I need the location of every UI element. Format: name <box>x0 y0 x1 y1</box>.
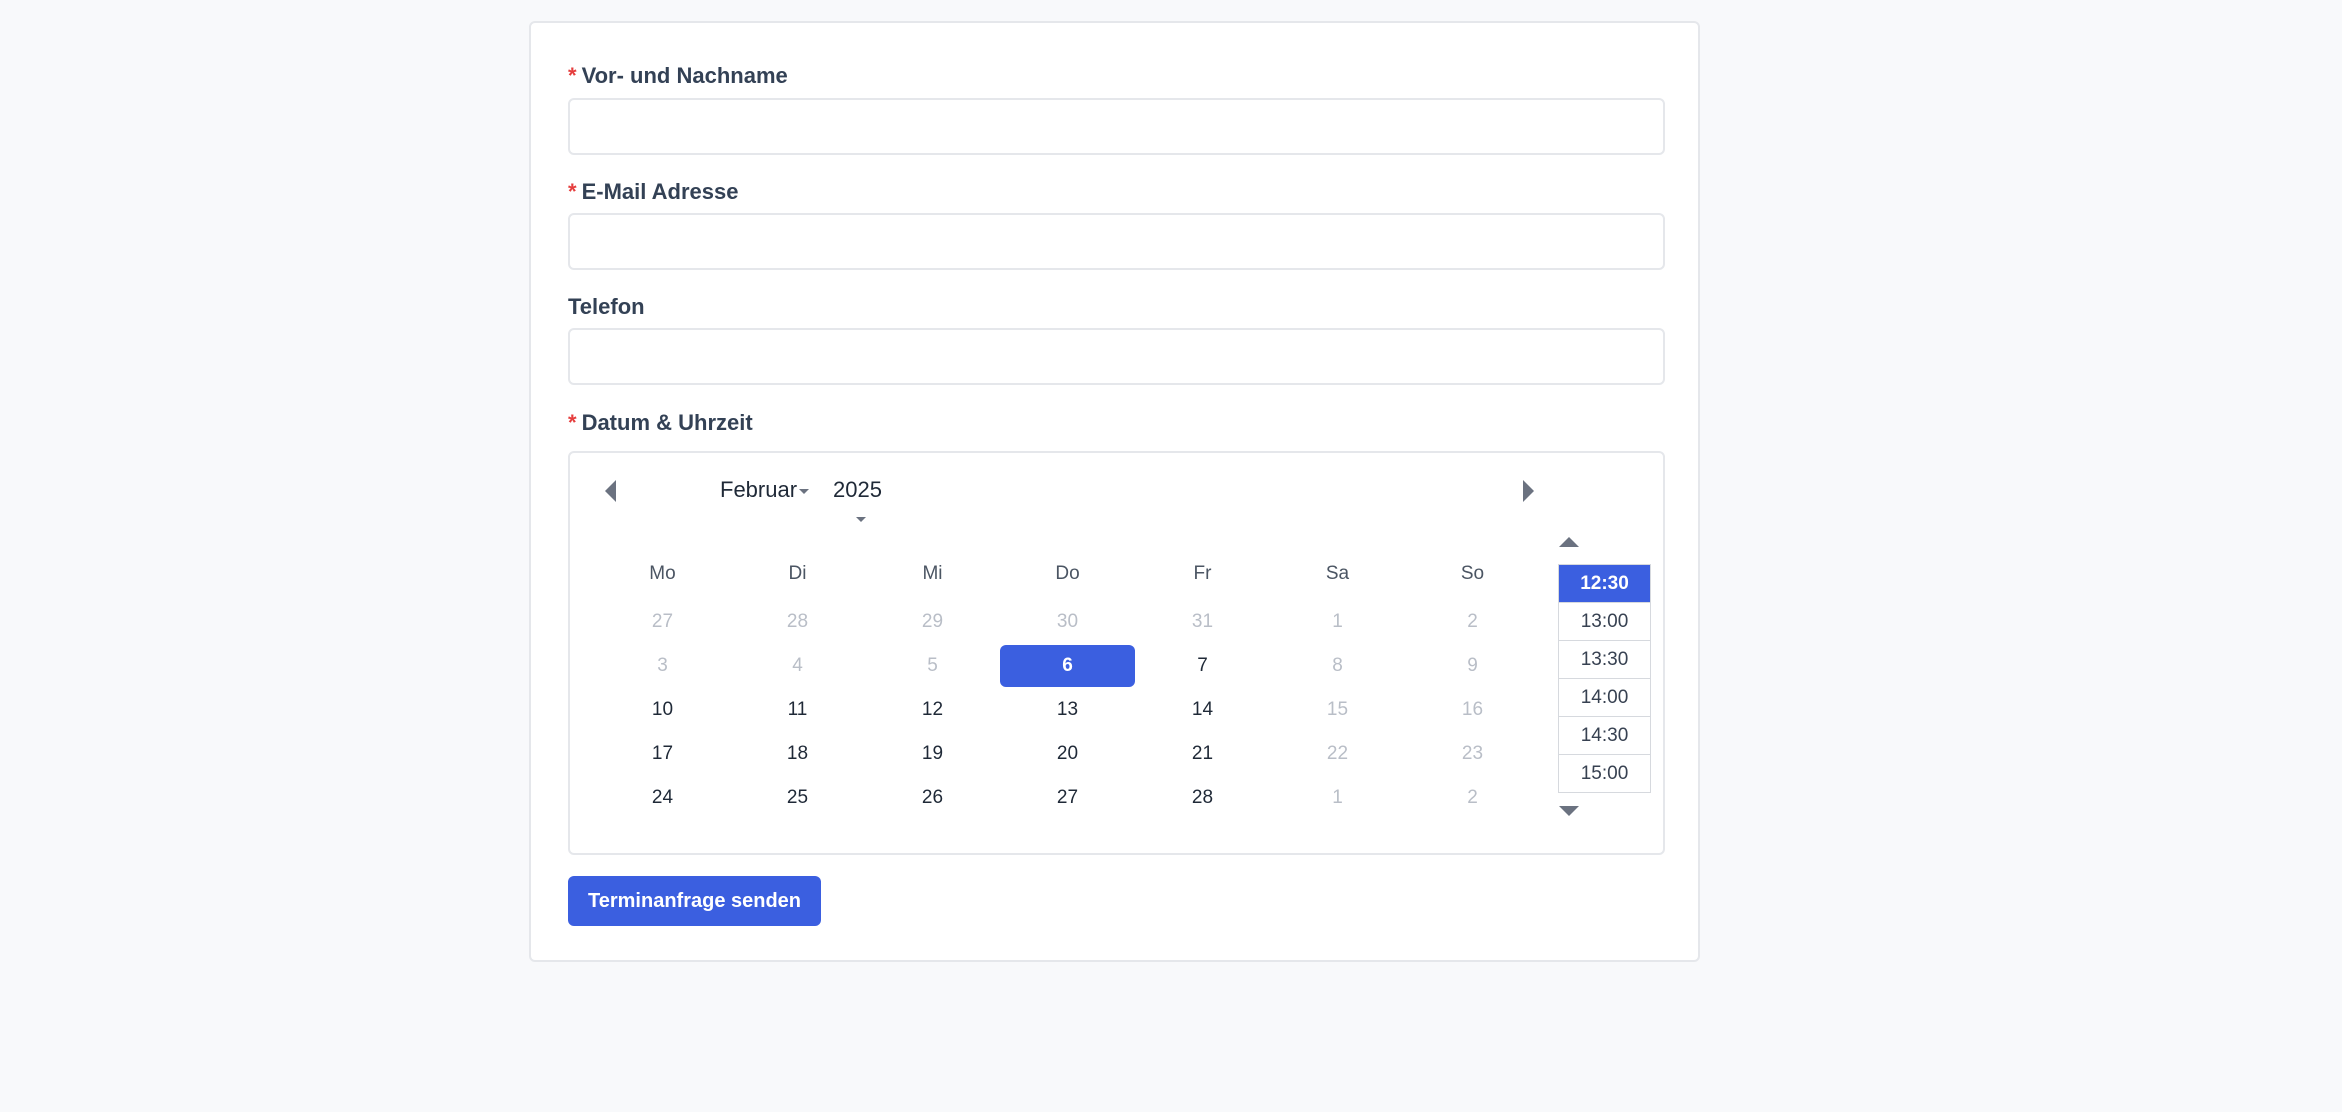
calendar-day[interactable]: 19 <box>865 733 1000 775</box>
email-label: * E-Mail Adresse <box>568 177 738 207</box>
datetime-picker: Februar 2025 Mo Di Mi Do Fr Sa So 27 28 29 30 31 1 2 3… <box>568 451 1665 855</box>
calendar-day[interactable]: 27 <box>595 601 730 643</box>
calendar-day[interactable]: 27 <box>1000 777 1135 819</box>
calendar-day[interactable]: 5 <box>865 645 1000 687</box>
calendar-day[interactable]: 23 <box>1405 733 1540 775</box>
datetime-label-text: Datum & Uhrzeit <box>581 410 753 435</box>
month-value: Februar <box>720 477 798 502</box>
calendar-day[interactable]: 17 <box>595 733 730 775</box>
calendar-day[interactable]: 1 <box>1270 601 1405 643</box>
phone-label: Telefon <box>568 292 645 322</box>
email-input[interactable] <box>568 213 1665 270</box>
calendar-day[interactable]: 1 <box>1270 777 1405 819</box>
phone-input[interactable] <box>568 328 1665 385</box>
name-label: * Vor- und Nachname <box>568 61 788 91</box>
time-option-selected[interactable]: 12:30 <box>1559 565 1650 603</box>
calendar-day[interactable]: 31 <box>1135 601 1270 643</box>
calendar-day[interactable]: 26 <box>865 777 1000 819</box>
calendar-day[interactable]: 12 <box>865 689 1000 731</box>
required-marker: * <box>568 179 577 204</box>
time-scroll-up-icon[interactable] <box>1559 537 1579 547</box>
calendar-day[interactable]: 18 <box>730 733 865 775</box>
time-list: 12:30 13:00 13:30 14:00 14:30 15:00 <box>1558 564 1651 793</box>
weekday-header: Mo <box>649 563 676 584</box>
name-label-text: Vor- und Nachname <box>581 63 788 88</box>
calendar-day[interactable]: 30 <box>1000 601 1135 643</box>
calendar-day[interactable]: 8 <box>1270 645 1405 687</box>
calendar-day[interactable]: 28 <box>1135 777 1270 819</box>
caret-down-icon[interactable] <box>856 517 866 522</box>
calendar-day[interactable]: 2 <box>1405 777 1540 819</box>
weekday-header: Do <box>1055 563 1080 584</box>
time-scroll-down-icon[interactable] <box>1559 806 1579 816</box>
calendar-day[interactable]: 13 <box>1000 689 1135 731</box>
time-option[interactable]: 15:00 <box>1559 755 1650 792</box>
time-option[interactable]: 13:00 <box>1559 603 1650 641</box>
calendar-day[interactable]: 16 <box>1405 689 1540 731</box>
phone-label-text: Telefon <box>568 294 645 319</box>
prev-month-icon[interactable] <box>605 480 616 502</box>
calendar-day[interactable]: 25 <box>730 777 865 819</box>
weekday-header: So <box>1460 563 1485 584</box>
datetime-label: * Datum & Uhrzeit <box>568 408 753 438</box>
calendar-day[interactable]: 20 <box>1000 733 1135 775</box>
calendar-day[interactable]: 3 <box>595 645 730 687</box>
calendar-day[interactable]: 11 <box>730 689 865 731</box>
calendar-day[interactable]: 15 <box>1270 689 1405 731</box>
year-value: 2025 <box>833 477 882 502</box>
submit-appointment-button[interactable]: Terminanfrage senden <box>568 876 822 926</box>
calendar-day[interactable]: 24 <box>595 777 730 819</box>
calendar-day[interactable]: 29 <box>865 601 1000 643</box>
calendar-day[interactable]: 7 <box>1135 645 1270 687</box>
calendar-day[interactable]: 14 <box>1135 689 1270 731</box>
calendar-day[interactable]: 28 <box>730 601 865 643</box>
calendar-day[interactable]: 22 <box>1270 733 1405 775</box>
name-input[interactable] <box>568 98 1665 155</box>
calendar-day[interactable]: 21 <box>1135 733 1270 775</box>
time-option[interactable]: 13:30 <box>1559 641 1650 679</box>
calendar-day[interactable]: 9 <box>1405 645 1540 687</box>
weekday-header: Sa <box>1325 563 1350 584</box>
weekday-header: Fr <box>1193 563 1212 584</box>
next-month-icon[interactable] <box>1523 480 1534 502</box>
required-marker: * <box>568 410 577 435</box>
year-select[interactable]: 2025 <box>833 473 882 507</box>
calendar-day-selected[interactable]: 6 <box>1000 645 1135 687</box>
weekday-header: Mi <box>922 563 943 584</box>
weekday-header: Di <box>788 563 807 584</box>
calendar-day[interactable]: 10 <box>595 689 730 731</box>
month-select[interactable]: Februar <box>720 473 810 507</box>
required-marker: * <box>568 63 577 88</box>
calendar-day[interactable]: 4 <box>730 645 865 687</box>
email-label-text: E-Mail Adresse <box>581 179 739 204</box>
calendar-day[interactable]: 2 <box>1405 601 1540 643</box>
time-option[interactable]: 14:30 <box>1559 717 1650 755</box>
caret-down-icon <box>799 488 810 494</box>
appointment-form-card: * Vor- und Nachname * E-Mail Adresse Telef… <box>529 21 1700 962</box>
time-option[interactable]: 14:00 <box>1559 679 1650 717</box>
